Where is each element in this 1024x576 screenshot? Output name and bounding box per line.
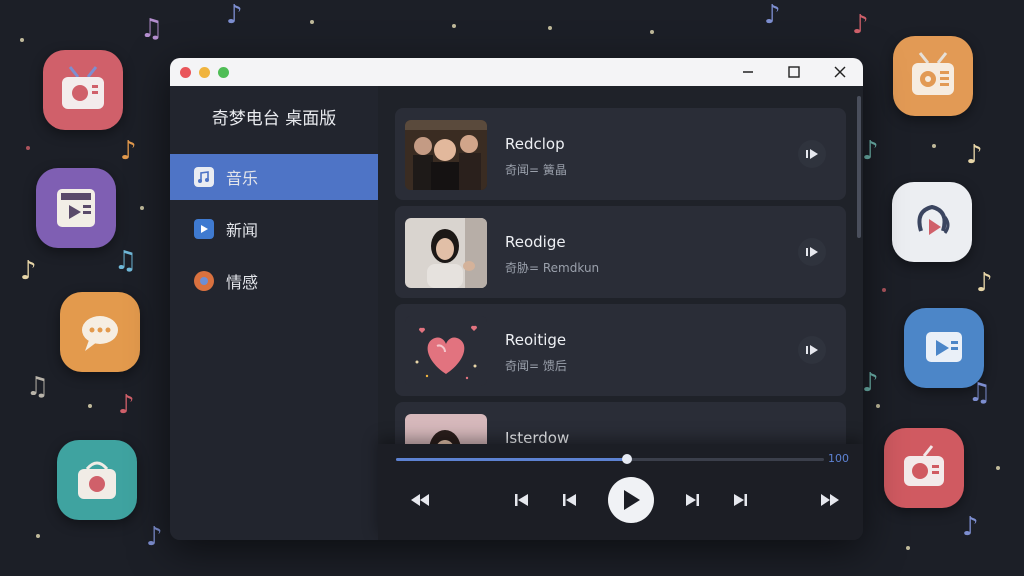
app-title: 奇梦电台 桌面版 xyxy=(211,109,337,129)
close-icon xyxy=(834,66,846,78)
sparkle-star xyxy=(932,144,936,148)
sidebar-item-label: 新闻 xyxy=(226,221,259,240)
music-note-icon: ♪ xyxy=(976,268,993,298)
sidebar-nav: 音乐 新闻 情感 xyxy=(170,154,378,304)
play-icon xyxy=(624,490,640,510)
sparkle-star xyxy=(36,534,40,538)
sidebar: 奇梦电台 桌面版 音乐 新闻 情感 xyxy=(170,86,378,540)
play-icon xyxy=(806,149,818,159)
track-thumbnail xyxy=(405,218,487,288)
podcast-app-icon xyxy=(892,182,972,262)
play-pause-button[interactable] xyxy=(608,477,654,523)
title-bar xyxy=(170,58,863,86)
sparkle-star xyxy=(876,404,880,408)
sidebar-item-news[interactable]: 新闻 xyxy=(170,206,378,252)
radio-teal-app-icon xyxy=(57,440,137,520)
radio-red-app-icon xyxy=(884,428,964,508)
radio-orange-app-icon xyxy=(893,36,973,116)
sparkle-star xyxy=(996,466,1000,470)
play-icon xyxy=(806,247,818,257)
music-note-icon: ♫ xyxy=(114,246,138,276)
track-thumbnail xyxy=(405,120,487,190)
skip-end-button[interactable] xyxy=(728,484,752,516)
music-folder-icon xyxy=(194,167,214,187)
radio-app-icon xyxy=(43,50,123,130)
sparkle-star xyxy=(452,24,456,28)
fast-forward-icon xyxy=(821,494,839,506)
sidebar-item-label: 音乐 xyxy=(226,169,259,188)
video-blue-app-icon xyxy=(904,308,984,388)
track-play-button[interactable] xyxy=(798,140,826,168)
rewind-button[interactable] xyxy=(406,484,434,516)
play-icon xyxy=(806,345,818,355)
track-subtitle: 奇闻= 馈后 xyxy=(505,359,567,373)
track-card[interactable]: Reoitige 奇闻= 馈后 xyxy=(395,304,846,396)
music-note-icon: ♫ xyxy=(140,14,164,44)
previous-icon xyxy=(563,494,576,506)
sparkle-star xyxy=(26,146,30,150)
track-card[interactable]: Redclop 奇闻= 簧晶 xyxy=(395,108,846,200)
maximize-button[interactable] xyxy=(771,58,817,86)
track-subtitle: 奇胁= Remdkun xyxy=(505,261,600,275)
progress-knob[interactable] xyxy=(622,454,633,464)
minimize-dot[interactable] xyxy=(199,66,210,78)
list-scrollbar[interactable] xyxy=(857,96,861,238)
progress-fill xyxy=(396,458,628,461)
music-note-icon: ♪ xyxy=(118,390,135,420)
close-button[interactable] xyxy=(817,58,863,86)
minimize-icon xyxy=(743,71,753,73)
maximize-icon xyxy=(788,66,800,78)
fast-forward-button[interactable] xyxy=(816,484,844,516)
music-note-icon: ♪ xyxy=(862,368,879,398)
progress-slider[interactable] xyxy=(396,454,824,464)
skip-start-icon xyxy=(515,494,528,506)
emotion-icon xyxy=(194,271,214,291)
next-icon xyxy=(686,494,699,506)
track-title: Reodige xyxy=(505,233,566,251)
chat-app-icon xyxy=(60,292,140,372)
music-note-icon: ♪ xyxy=(120,136,137,166)
sidebar-item-emotion[interactable]: 情感 xyxy=(170,258,378,304)
music-note-icon: ♪ xyxy=(226,0,243,30)
music-note-icon: ♪ xyxy=(764,0,781,30)
sidebar-item-music[interactable]: 音乐 xyxy=(170,154,378,200)
music-note-icon: ♪ xyxy=(20,256,37,286)
music-note-icon: ♪ xyxy=(862,136,879,166)
sparkle-star xyxy=(548,26,552,30)
sparkle-star xyxy=(650,30,654,34)
sparkle-star xyxy=(20,38,24,42)
music-note-icon: ♪ xyxy=(966,140,983,170)
music-note-icon: ♫ xyxy=(968,378,992,408)
track-subtitle: 奇闻= 簧晶 xyxy=(505,163,567,177)
track-play-button[interactable] xyxy=(798,238,826,266)
skip-end-icon xyxy=(734,494,747,506)
track-title: Reoitige xyxy=(505,331,567,349)
player-bar: 100 xyxy=(378,444,863,540)
next-button[interactable] xyxy=(680,484,704,516)
rewind-icon xyxy=(411,494,429,506)
music-note-icon: ♪ xyxy=(962,512,979,542)
track-title: Redclop xyxy=(505,135,565,153)
music-note-icon: ♪ xyxy=(146,522,163,552)
video-news-app-icon xyxy=(36,168,116,248)
track-play-button[interactable] xyxy=(798,336,826,364)
app-window: 奇梦电台 桌面版 音乐 新闻 情感 Redclop 奇闻= 簧晶 Reodige… xyxy=(170,58,863,540)
volume-label: 100 xyxy=(828,452,849,465)
skip-start-button[interactable] xyxy=(510,484,534,516)
sparkle-star xyxy=(906,546,910,550)
sparkle-star xyxy=(140,206,144,210)
sparkle-star xyxy=(310,20,314,24)
sidebar-item-label: 情感 xyxy=(226,273,259,292)
news-video-icon xyxy=(194,219,214,239)
maximize-dot[interactable] xyxy=(218,66,229,78)
sparkle-star xyxy=(882,288,886,292)
music-note-icon: ♫ xyxy=(26,372,50,402)
minimize-button[interactable] xyxy=(725,58,771,86)
music-note-icon: ♪ xyxy=(852,10,869,40)
sparkle-star xyxy=(88,404,92,408)
track-thumbnail xyxy=(405,316,487,386)
track-card[interactable]: Reodige 奇胁= Remdkun xyxy=(395,206,846,298)
previous-button[interactable] xyxy=(558,484,582,516)
close-dot[interactable] xyxy=(180,66,191,78)
